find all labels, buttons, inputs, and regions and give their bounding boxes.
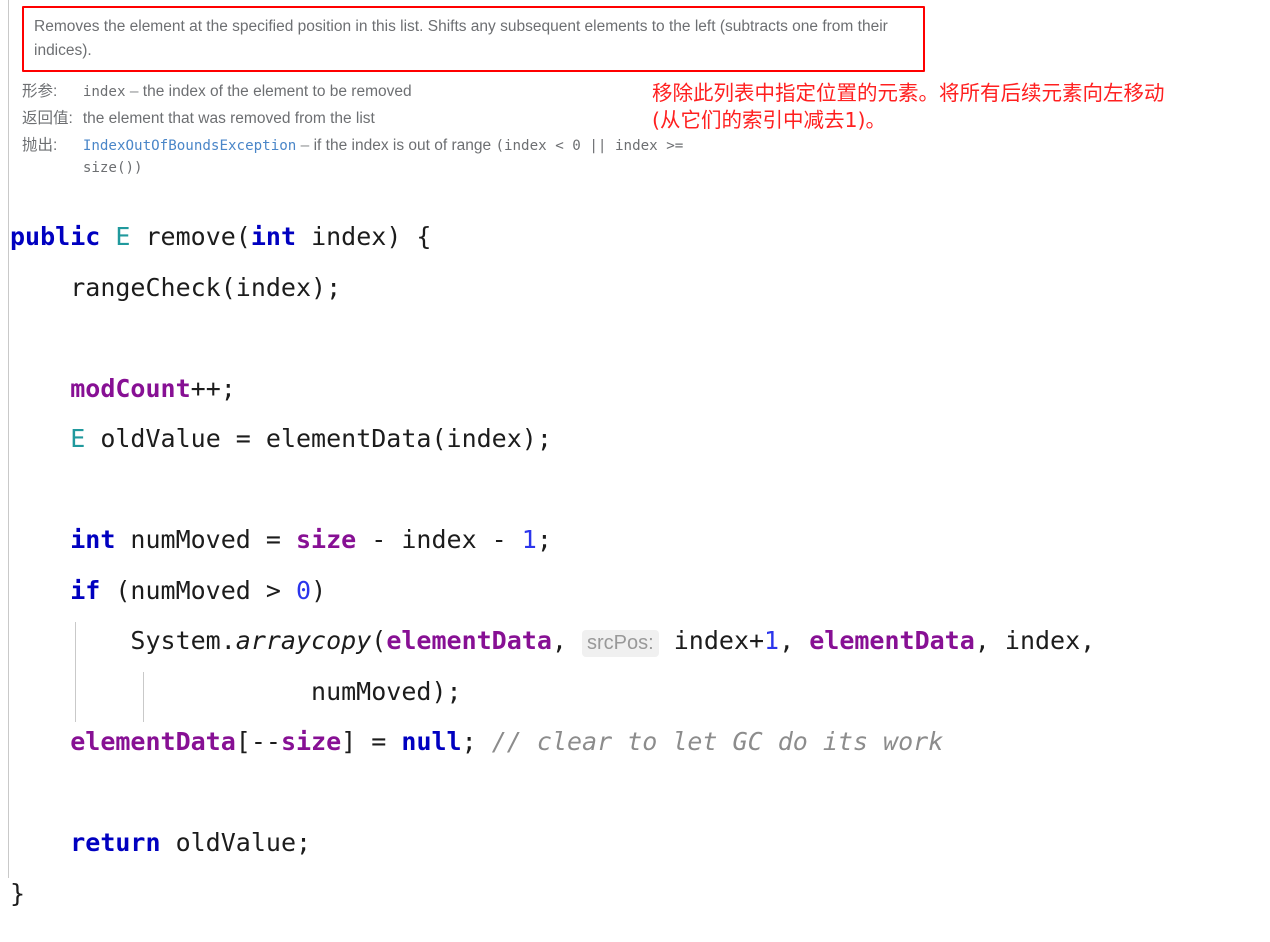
keyword-if: if [70,575,101,605]
doc-param-desc: the index of the element to be removed [142,83,412,101]
doc-summary-text: Removes the element at the specified pos… [22,6,925,73]
field-element-data-dest: elementData [809,626,975,655]
doc-throws-condition-wrap: size()) [82,160,143,177]
code-editor[interactable]: Removes the element at the specified pos… [0,0,1270,942]
paren-open: ( [371,626,387,655]
doc-returns-desc: the element that was removed from the li… [82,110,375,128]
chinese-translation-annotation: 移除此列表中指定位置的元素。将所有后续元素向左移动 (从它们的索引中减去1)。 [652,81,1165,133]
code-line-arraycopy-continuation: numMoved); [0,667,1270,718]
class-system: System. [130,626,236,655]
if-condition-close: ) [311,575,327,605]
field-element-data-src: elementData [386,626,552,655]
doc-row-label-returns: 返回值: [22,110,73,128]
code-line-blank-1 [0,313,1270,364]
assign-operator: ] = [341,727,402,756]
call-range-check: rangeCheck(index); [70,272,342,302]
if-condition-left: (numMoved > [100,575,296,605]
method-arraycopy: arraycopy [235,626,372,655]
literal-one: 1 [521,525,537,554]
doc-param-name: index [82,84,126,101]
doc-throws-dash: – [300,137,310,155]
code-line-old-value: E oldValue = elementData(index); [0,414,1270,465]
comment-gc: // clear to let GC do its work [491,727,944,756]
code-line-return: return oldValue; [0,818,1270,869]
operator-increment: ++; [190,373,236,403]
doc-row-params: 形参: index – the index of the element to … [22,79,683,106]
arg-index-plus: index+ [658,626,765,655]
doc-row-value-throws: IndexOutOfBoundsException – if the index… [83,133,684,182]
doc-row-value-returns: the element that was removed from the li… [83,106,684,133]
expr-minus-index: - index - [356,525,522,554]
code-line-mod-count: modCount++; [0,364,1270,415]
code-line-arraycopy: System.arraycopy(elementData, srcPos: in… [0,616,1270,667]
code-line-if: if (numMoved > 0) [0,566,1270,617]
method-name-remove: remove( [130,222,251,251]
field-size: size [296,525,357,554]
inlay-hint-srcpos[interactable]: srcPos: [582,630,659,657]
code-line-signature: public E remove(int index) { [0,212,1270,263]
code-line-blank-3 [0,768,1270,819]
doc-details-table: 形参: index – the index of the element to … [22,79,683,182]
source-code-block[interactable]: public E remove(int index) { rangeCheck(… [0,212,1270,919]
semicolon-clear: ; [461,727,492,756]
keyword-public: public [10,222,101,251]
comma-1: , [551,626,582,655]
field-mod-count: modCount [70,373,191,403]
arg-num-moved: numMoved); [311,676,462,706]
bracket-predecrement: [-- [235,727,281,756]
comma-2: , [779,626,810,655]
code-line-range-check: rangeCheck(index); [0,263,1270,314]
code-line-close-brace: } [0,869,1270,920]
brace-close: } [10,878,26,908]
doc-throws-condition: (index < 0 || index >= [495,138,684,155]
literal-zero: 0 [296,575,312,605]
code-line-num-moved: int numMoved = size - index - 1; [0,515,1270,566]
field-size-clear: size [280,727,342,756]
param-index: index) { [296,222,432,251]
literal-one-arg: 1 [764,626,780,655]
type-parameter-e: E [115,222,131,251]
semicolon-num-moved: ; [536,525,552,554]
doc-param-dash: – [129,83,139,101]
keyword-int-local: int [70,525,116,554]
keyword-return: return [70,828,161,857]
arg-index-dest: , index, [974,626,1096,655]
doc-row-label-params: 形参: [22,83,58,101]
code-line-clear: elementData[--size] = null; // clear to … [0,717,1270,768]
keyword-int: int [250,222,297,251]
doc-row-throws: 抛出: IndexOutOfBoundsException – if the i… [22,133,683,182]
doc-row-label-throws: 抛出: [22,137,58,155]
doc-row-returns: 返回值: the element that was removed from t… [22,106,683,133]
keyword-null: null [401,727,462,756]
code-line-blank-2 [0,465,1270,516]
doc-exception-link[interactable]: IndexOutOfBoundsException [83,138,297,154]
doc-throws-desc: if the index is out of range [313,137,492,155]
assignment-old-value: oldValue = elementData(index); [85,424,552,453]
type-parameter-e-local: E [70,424,86,453]
field-element-data-clear: elementData [70,727,236,756]
var-num-moved: numMoved = [115,525,296,554]
return-value: oldValue; [160,828,312,857]
doc-row-value-params: index – the index of the element to be r… [83,79,684,106]
